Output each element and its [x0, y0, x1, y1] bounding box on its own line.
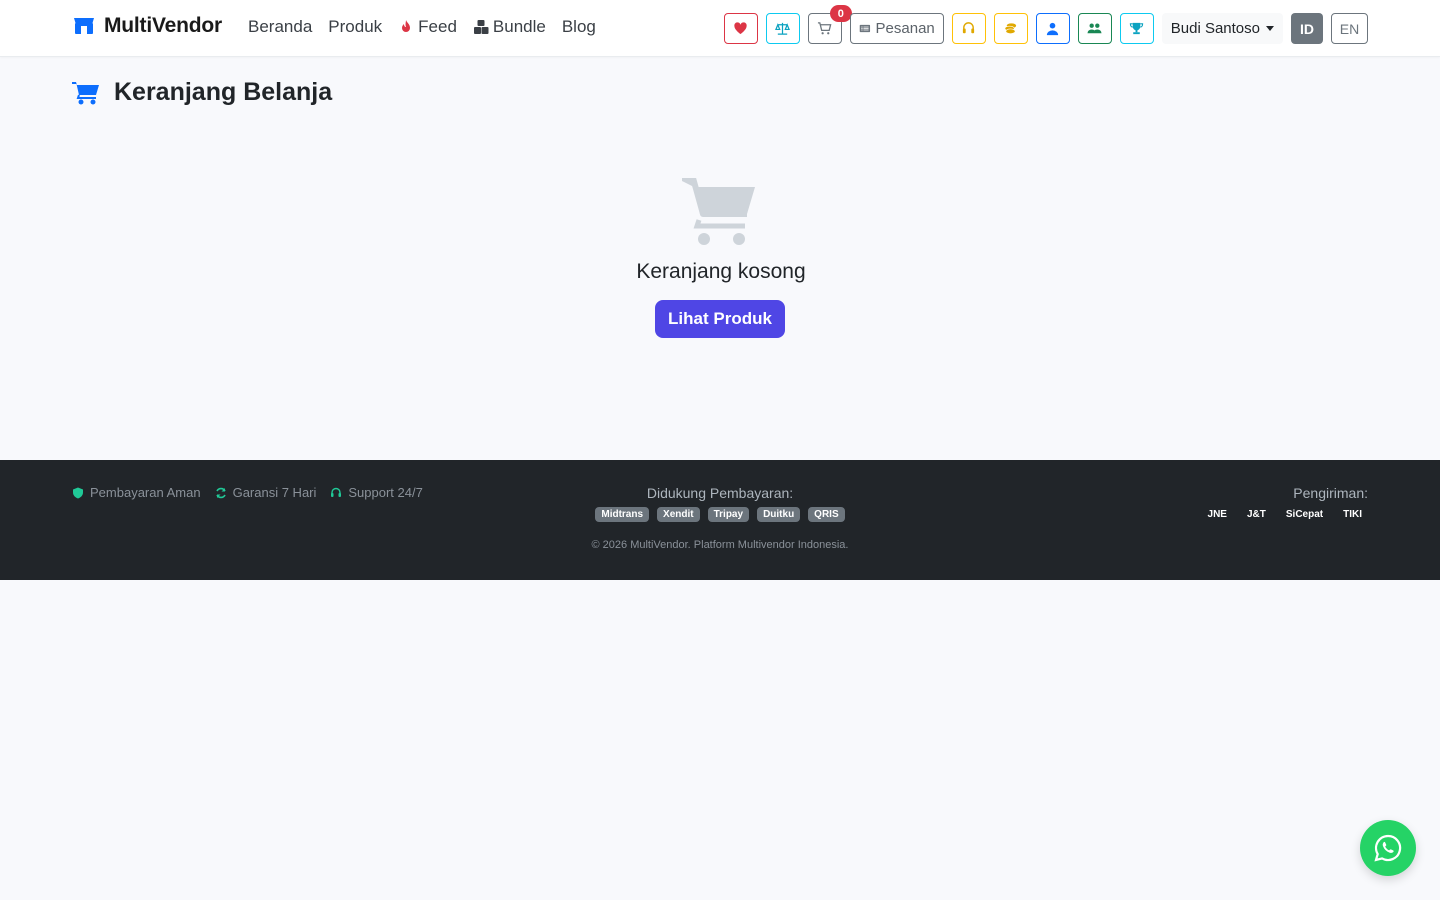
brand[interactable]: MultiVendor — [72, 14, 222, 38]
payment-label: Didukung Pembayaran: — [646, 485, 794, 501]
orders-label: Pesanan — [875, 20, 935, 37]
orders-icon — [859, 24, 870, 33]
empty-cart-state: Keranjang kosong Lihat Produk — [520, 178, 920, 338]
payment-badge: Tripay — [707, 507, 750, 522]
view-products-button[interactable]: Lihat Produk — [655, 300, 785, 338]
payment-badge: Xendit — [657, 507, 700, 522]
whatsapp-chat-button[interactable] — [1360, 820, 1416, 876]
feature-label: Support 24/7 — [348, 485, 423, 500]
cart-count-badge: 0 — [829, 5, 852, 22]
nav-link-blog[interactable]: Blog — [562, 17, 596, 37]
footer-shipping: Pengiriman: JNE J&T SiCepat TIKI — [1201, 485, 1368, 522]
feature-label: Garansi 7 Hari — [232, 485, 317, 500]
wishlist-button[interactable] — [723, 13, 758, 44]
nav-link-bundle[interactable]: Bundle — [473, 17, 546, 37]
feature-warranty: Garansi 7 Hari — [215, 485, 317, 500]
shipping-badges: JNE J&T SiCepat TIKI — [1201, 507, 1368, 522]
nav-label: Feed — [418, 17, 457, 36]
rewards-button[interactable] — [1119, 13, 1154, 44]
headset-icon — [331, 487, 342, 497]
community-button[interactable] — [1077, 13, 1112, 44]
footer-payments: Didukung Pembayaran: Midtrans Xendit Tri… — [520, 485, 920, 551]
nav-actions: 0 Pesanan Budi Santoso ID EN — [723, 5, 1368, 44]
user-menu-dropdown[interactable]: Budi Santoso — [1161, 13, 1283, 44]
main-nav: Beranda Produk Feed Bundle Blog — [248, 17, 596, 37]
navbar: MultiVendor Beranda Produk Feed Bundle B… — [0, 0, 1440, 57]
user-name: Budi Santoso — [1170, 20, 1260, 37]
support-button[interactable] — [951, 13, 986, 44]
heart-icon — [734, 22, 747, 35]
payment-badge: Duitku — [757, 507, 801, 522]
footer: Pembayaran Aman Garansi 7 Hari Support 2… — [0, 460, 1440, 580]
profile-button[interactable] — [1035, 13, 1070, 44]
lang-en-button[interactable]: EN — [1331, 13, 1368, 44]
compare-button[interactable] — [765, 13, 800, 44]
orders-button[interactable]: Pesanan — [849, 13, 944, 44]
lang-id-button[interactable]: ID — [1291, 13, 1323, 44]
payment-badge: Midtrans — [595, 507, 650, 522]
coins-icon — [1004, 23, 1017, 34]
boxes-icon — [473, 20, 489, 34]
scale-icon — [775, 22, 791, 35]
copyright: © 2026 MultiVendor. Platform Multivendor… — [591, 539, 849, 551]
shield-icon — [73, 487, 83, 498]
trophy-icon — [1130, 22, 1144, 35]
nav-label: Blog — [561, 17, 596, 36]
caret-down-icon — [1266, 26, 1274, 31]
whatsapp-icon — [1374, 834, 1402, 862]
shipping-badge: TIKI — [1337, 507, 1368, 522]
page-title: Keranjang Belanja — [114, 78, 333, 106]
cart-button[interactable]: 0 — [807, 5, 852, 44]
payment-badges: Midtrans Xendit Tripay Duitku QRIS — [520, 507, 920, 522]
feature-secure-payment: Pembayaran Aman — [72, 485, 201, 500]
page-header: Keranjang Belanja — [72, 78, 332, 107]
footer-features: Pembayaran Aman Garansi 7 Hari Support 2… — [72, 485, 423, 500]
empty-message: Keranjang kosong — [636, 260, 806, 283]
refresh-icon — [215, 487, 226, 498]
coins-button[interactable] — [993, 13, 1028, 44]
user-icon — [1047, 22, 1059, 36]
nav-link-feed[interactable]: Feed — [398, 17, 457, 37]
brand-name: MultiVendor — [104, 14, 222, 37]
shipping-badge: SiCepat — [1279, 507, 1330, 522]
nav-label: Bundle — [492, 17, 546, 36]
fire-icon — [402, 20, 411, 32]
headset-icon — [963, 22, 975, 34]
nav-link-produk[interactable]: Produk — [328, 17, 382, 37]
cart-icon — [72, 81, 99, 104]
cart-icon — [818, 22, 832, 35]
shipping-badge: J&T — [1240, 507, 1272, 522]
nav-link-beranda[interactable]: Beranda — [248, 17, 312, 37]
nav-label: Beranda — [248, 17, 313, 36]
users-icon — [1087, 23, 1102, 34]
store-icon — [74, 18, 94, 34]
feature-support: Support 24/7 — [330, 485, 423, 500]
payment-badge: QRIS — [808, 507, 845, 522]
nav-label: Produk — [328, 17, 383, 36]
feature-label: Pembayaran Aman — [90, 485, 201, 500]
empty-cart-icon — [682, 178, 755, 245]
shipping-badge: JNE — [1201, 507, 1233, 522]
shipping-label: Pengiriman: — [1293, 485, 1368, 501]
